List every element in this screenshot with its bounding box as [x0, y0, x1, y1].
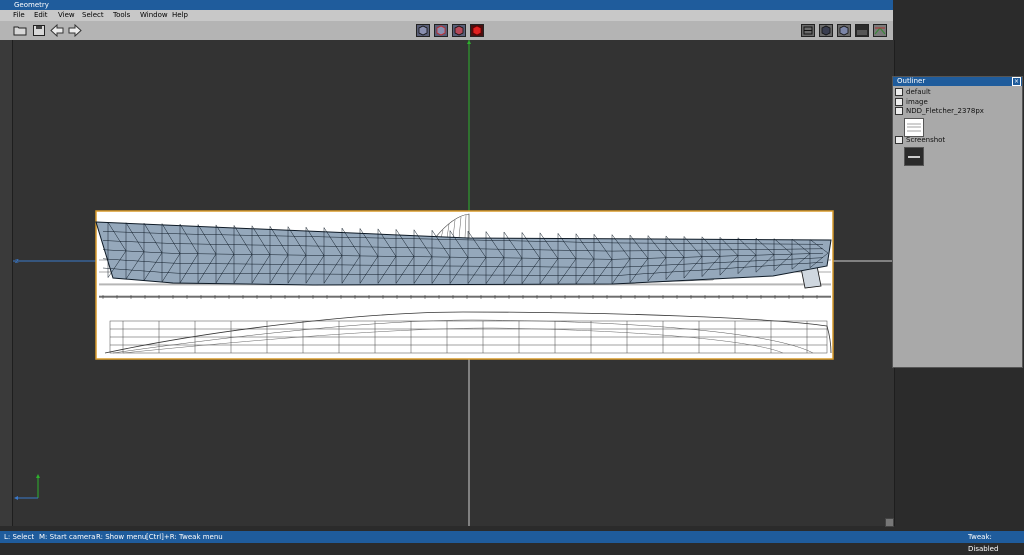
undo-arrow-icon[interactable]	[50, 23, 64, 38]
close-icon[interactable]: ×	[1012, 77, 1021, 86]
menu-window[interactable]: Window	[140, 11, 168, 20]
open-folder-icon[interactable]	[13, 24, 27, 37]
window-title: Geometry	[14, 1, 49, 9]
menu-select[interactable]: Select	[82, 11, 104, 20]
solid-view-icon[interactable]	[837, 24, 851, 37]
outliner-item-label: NDD_Fletcher_2378px	[906, 107, 984, 115]
checkbox-icon[interactable]	[895, 88, 903, 96]
menu-help[interactable]: Help	[172, 11, 188, 20]
outliner-item-default[interactable]: default	[895, 88, 931, 97]
outliner-item-image[interactable]: image	[895, 98, 928, 107]
menu-tools[interactable]: Tools	[113, 11, 130, 20]
blueprint-thumbnail[interactable]	[904, 118, 924, 137]
outliner-item-label: Screenshot	[906, 136, 946, 144]
outliner-item-label: default	[906, 88, 931, 96]
status-hint-select: L: Select	[4, 533, 35, 541]
outliner-panel: Outliner × default image NDD_Fletcher_23…	[892, 76, 1023, 368]
left-edge-strip	[0, 40, 12, 526]
select-edge-icon[interactable]	[434, 24, 448, 37]
image-node-icon	[895, 107, 903, 115]
z-axis-label: z	[15, 257, 19, 265]
screenshot-thumbnail[interactable]	[904, 147, 924, 166]
tweak-status: Tweak: Disabled	[968, 533, 999, 553]
select-vertex-icon[interactable]	[416, 24, 430, 37]
status-hint-menu: R: Show menu	[96, 533, 147, 541]
image-node-icon	[895, 136, 903, 144]
y-axis-arrow	[467, 40, 471, 44]
uv-view-icon[interactable]	[873, 24, 887, 37]
shaded-view-icon[interactable]	[819, 24, 833, 37]
redo-arrow-icon[interactable]	[68, 23, 82, 38]
texture-view-icon[interactable]	[855, 24, 869, 37]
select-object-icon[interactable]	[470, 24, 484, 37]
menu-edit[interactable]: Edit	[34, 11, 48, 20]
status-bar: L: Select M: Start camera R: Show menu […	[0, 531, 1024, 553]
outliner-item-screenshot[interactable]: Screenshot	[895, 136, 945, 145]
outliner-header: Outliner ×	[893, 77, 1022, 86]
outliner-item-ndd-fletcher[interactable]: NDD_Fletcher_2378px	[895, 107, 984, 116]
outliner-title: Outliner	[897, 77, 926, 85]
select-face-icon[interactable]	[452, 24, 466, 37]
menu-view[interactable]: View	[58, 11, 75, 20]
checkbox-icon[interactable]	[895, 98, 903, 106]
status-hint-tweak-menu: [Ctrl]+R: Tweak menu	[146, 533, 223, 541]
axis-gizmo	[14, 474, 40, 500]
menu-file[interactable]: File	[13, 11, 25, 20]
window-title-bar: Geometry	[0, 0, 893, 10]
3d-viewport[interactable]: z	[12, 40, 895, 526]
viewport-canvas[interactable]: z	[13, 40, 894, 526]
toolbar	[0, 21, 893, 41]
viewport-resize-grip[interactable]	[885, 518, 894, 527]
outliner-item-label: image	[906, 98, 928, 106]
save-icon[interactable]	[32, 24, 46, 37]
status-hint-camera: M: Start camera	[39, 533, 96, 541]
wireframe-view-icon[interactable]	[801, 24, 815, 37]
